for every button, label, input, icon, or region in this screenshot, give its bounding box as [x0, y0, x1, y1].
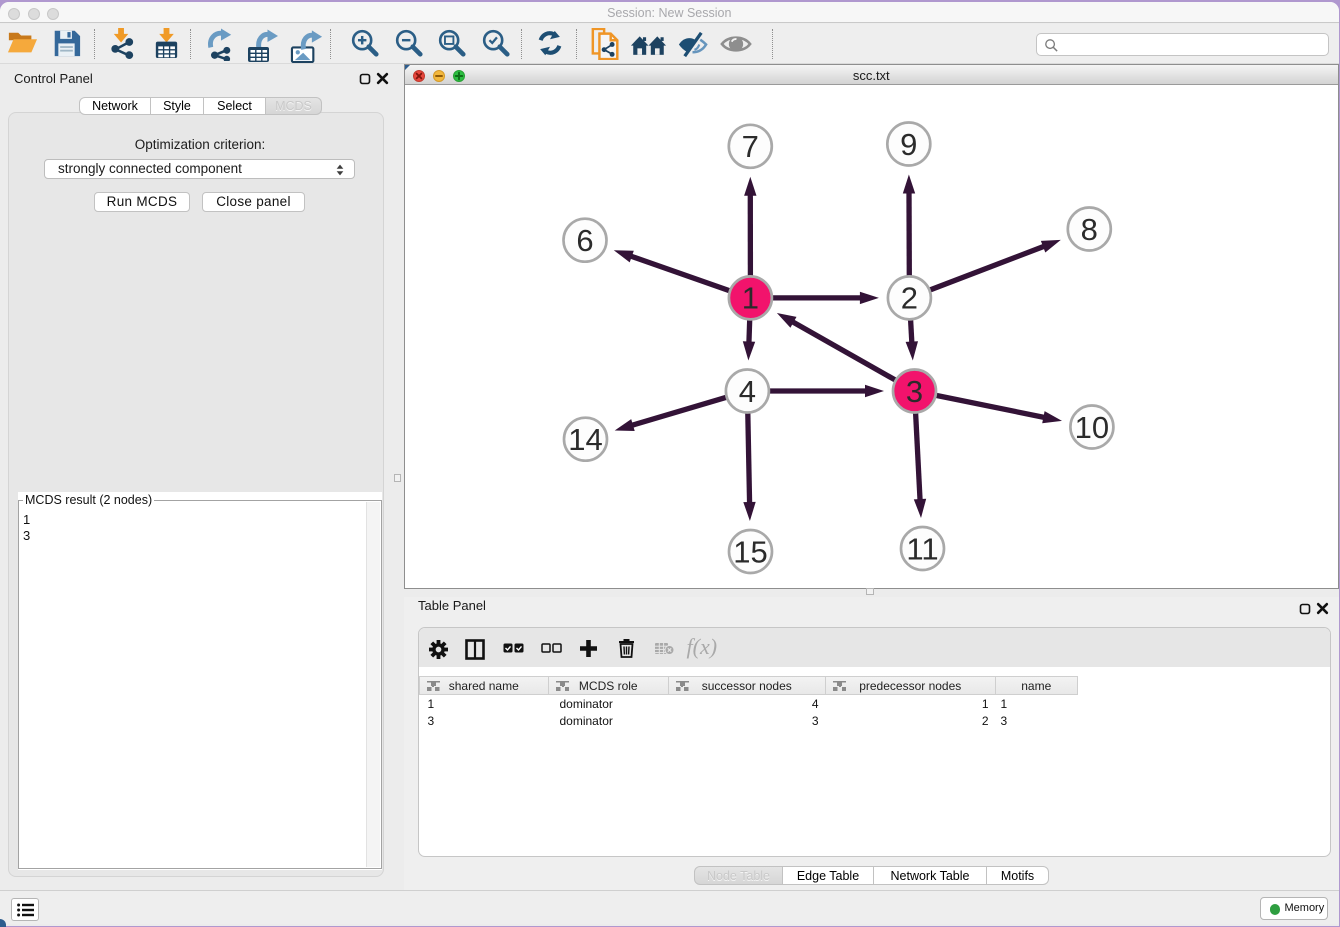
svg-text:6: 6	[576, 223, 593, 258]
svg-text:4: 4	[739, 374, 756, 409]
svg-text:8: 8	[1081, 212, 1098, 247]
svg-text:7: 7	[742, 129, 759, 164]
svg-text:14: 14	[568, 422, 602, 457]
svg-text:1: 1	[742, 281, 759, 316]
svg-text:9: 9	[900, 127, 917, 162]
svg-text:10: 10	[1075, 410, 1109, 445]
svg-text:3: 3	[906, 374, 923, 409]
svg-text:11: 11	[906, 531, 938, 566]
svg-text:15: 15	[733, 534, 767, 569]
svg-text:2: 2	[901, 281, 918, 316]
